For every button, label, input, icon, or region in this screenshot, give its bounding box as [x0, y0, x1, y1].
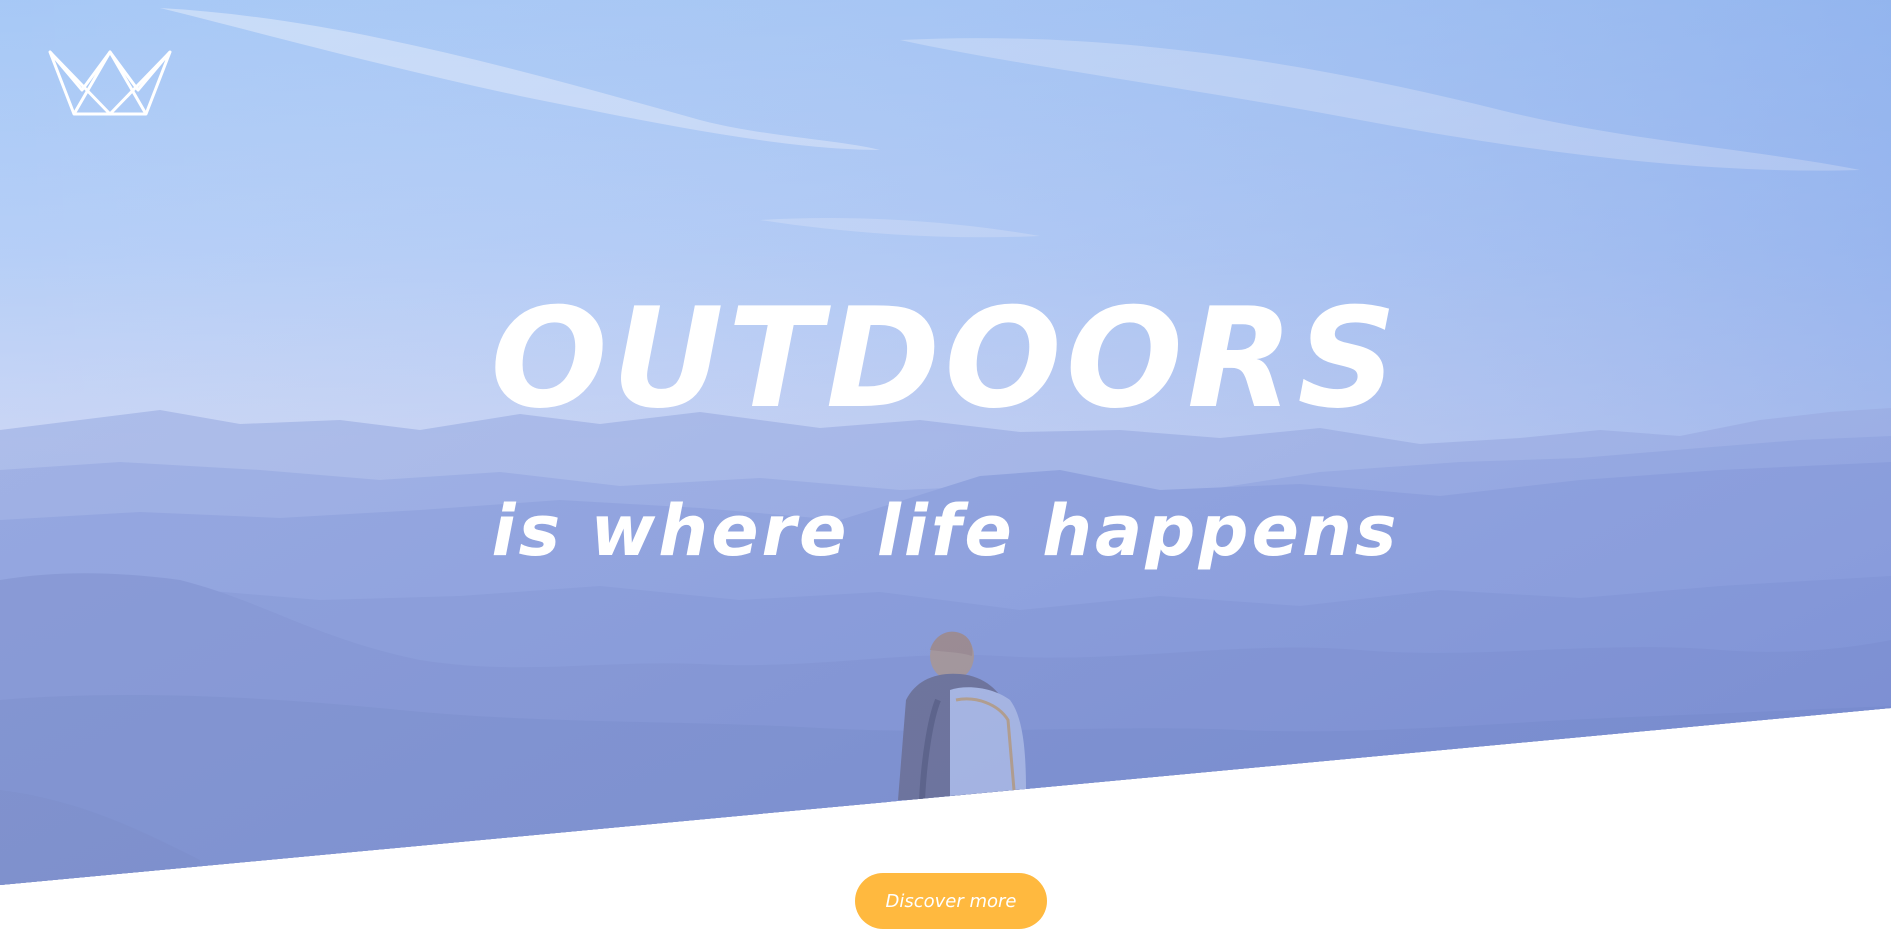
hero-background-image	[0, 0, 1891, 885]
crown-logo-icon[interactable]	[48, 50, 172, 116]
hero-headline: OUTDOORS	[490, 278, 1401, 439]
hero-tagline: is where life happens	[491, 490, 1400, 572]
hero-section: OUTDOORS is where life happens	[0, 0, 1891, 885]
landing-page: OUTDOORS is where life happens Discover …	[0, 0, 1891, 948]
discover-more-button[interactable]: Discover more	[855, 873, 1047, 929]
